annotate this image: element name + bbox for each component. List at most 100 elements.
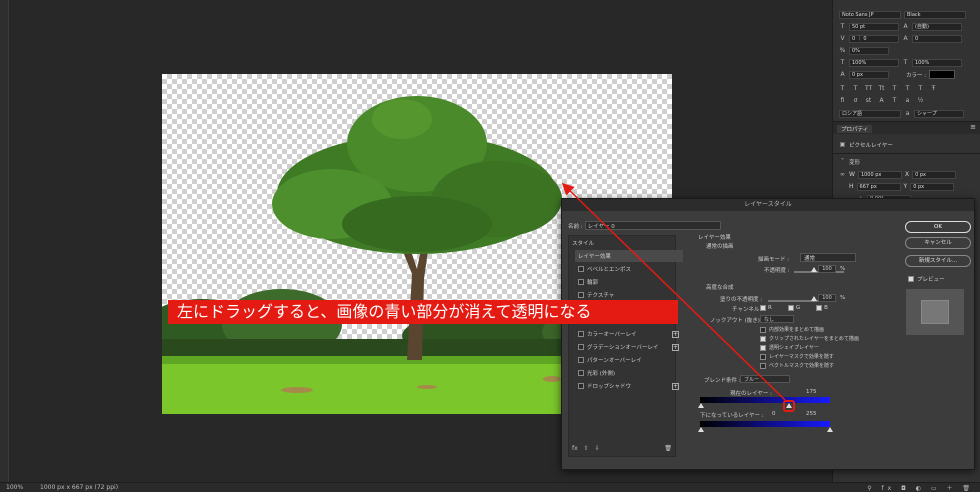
faux-bold-icon[interactable]: T — [839, 85, 846, 92]
preview-checkbox[interactable] — [908, 276, 914, 282]
this-layer-black-handle[interactable] — [698, 403, 704, 408]
style-checkbox[interactable] — [578, 331, 584, 337]
style-checkbox[interactable] — [578, 292, 584, 298]
leading-field[interactable]: (自動) — [912, 22, 962, 31]
x-field[interactable]: 0 px — [912, 170, 957, 179]
blend-mode-select[interactable]: 通常 — [800, 253, 856, 262]
zoom-level[interactable]: 100% — [6, 484, 23, 491]
tab-properties[interactable]: プロパティ — [837, 125, 873, 133]
chevron-down-icon[interactable]: ˅ — [839, 158, 846, 165]
blend-if-select[interactable]: ブルー — [740, 375, 790, 383]
style-checkbox[interactable] — [578, 266, 584, 272]
cancel-button[interactable]: キャンセル — [905, 237, 971, 249]
kerning-field[interactable]: 0 ｜ 0 — [849, 34, 899, 43]
fill-slider-handle[interactable] — [811, 296, 817, 301]
panel-menu-icon[interactable]: ≡ — [970, 123, 976, 131]
style-label: ドロップシャドウ — [587, 384, 632, 390]
preview-row[interactable]: プレビュー — [908, 275, 945, 283]
font-family-select[interactable]: Noto Sans JP — [839, 10, 901, 19]
opacity-slider-handle[interactable] — [811, 267, 817, 272]
style-item[interactable]: レイヤー効果 — [575, 250, 683, 262]
advanced-option[interactable]: ベクトルマスクで効果を隠す — [760, 362, 834, 369]
height-field[interactable]: 667 px — [856, 182, 901, 191]
tsume-field[interactable]: 0% — [849, 46, 889, 55]
advanced-option-checkbox[interactable] — [760, 326, 766, 333]
dialog-title: レイヤースタイル — [562, 199, 974, 211]
baseline-shift-field[interactable]: 0 px — [849, 70, 889, 79]
advanced-option-label: 透明シェイプレイヤー — [769, 345, 819, 351]
style-item[interactable]: 光彩 (外側) — [575, 367, 683, 379]
antialias-select[interactable]: シャープ — [914, 109, 964, 118]
channel-r[interactable]: R — [760, 305, 772, 311]
style-checkbox[interactable] — [578, 370, 584, 376]
advanced-option-checkbox[interactable] — [760, 335, 766, 342]
fx-icon[interactable]: fx — [572, 445, 578, 452]
vscale-field[interactable]: 100% — [849, 58, 899, 67]
hscale-field[interactable]: 100% — [912, 58, 962, 67]
style-footer: fx ⇧ ⇩ — [572, 445, 600, 452]
all-caps-icon[interactable]: TT — [865, 85, 872, 92]
add-effect-icon[interactable]: + — [672, 382, 679, 390]
name-input[interactable]: レイヤー 0 — [584, 221, 721, 230]
advanced-option[interactable]: レイヤーマスクで効果を隠す — [760, 353, 834, 360]
knockout-select[interactable]: なし — [760, 315, 794, 323]
font-style-select[interactable]: Black — [904, 10, 966, 19]
faux-italic-icon[interactable]: T — [852, 85, 859, 92]
style-checkbox[interactable] — [578, 279, 584, 285]
ordinal-icon[interactable]: a — [904, 97, 911, 104]
advanced-option-label: レイヤーマスクで効果を隠す — [769, 354, 834, 360]
ligature-icon[interactable]: fi — [839, 97, 846, 104]
width-field[interactable]: 1000 px — [857, 170, 902, 179]
style-item[interactable]: ベベルとエンボス — [575, 263, 683, 275]
channel-g[interactable]: G — [787, 305, 800, 311]
style-checkbox[interactable] — [578, 357, 584, 363]
stylistic-icon[interactable]: A — [878, 97, 885, 104]
style-item[interactable]: カラーオーバーレイ + — [575, 328, 683, 340]
style-item[interactable]: ドロップシャドウ + — [575, 380, 683, 392]
style-item[interactable]: グラデーションオーバーレイ + — [575, 341, 683, 353]
titling-icon[interactable]: T — [891, 97, 898, 104]
subscript-icon[interactable]: T — [904, 85, 911, 92]
under-layer-max: 255 — [806, 411, 817, 417]
leading-icon: A — [903, 23, 908, 30]
blend-if-label: ブレンド条件 : — [704, 378, 741, 384]
style-checkbox[interactable] — [578, 383, 584, 389]
tracking-field[interactable]: 0 — [912, 34, 962, 43]
under-layer-white-handle[interactable] — [827, 427, 833, 432]
strikethrough-icon[interactable]: Ŧ — [930, 85, 937, 92]
ok-button[interactable]: OK — [905, 221, 971, 233]
channel-b[interactable]: B — [816, 305, 828, 311]
add-effect-icon[interactable]: + — [672, 330, 679, 338]
text-color-swatch[interactable] — [929, 70, 956, 79]
advanced-option-checkbox[interactable] — [760, 344, 766, 351]
advanced-option[interactable]: 内部効果をまとめて描画 — [760, 326, 824, 333]
underline-icon[interactable]: T — [917, 85, 924, 92]
advanced-option-checkbox[interactable] — [760, 353, 766, 360]
link-icon[interactable]: ∞ — [839, 171, 846, 178]
discretionary-icon[interactable]: st — [865, 97, 872, 104]
language-select[interactable]: ロシア語 — [839, 109, 901, 118]
advanced-option[interactable]: 透明シェイプレイヤー — [760, 344, 819, 351]
fill-opacity-field[interactable]: 100 — [818, 294, 836, 302]
trash-icon[interactable]: 🗑 — [664, 445, 672, 452]
move-up-icon[interactable]: ⇧ — [584, 445, 589, 452]
add-effect-icon[interactable]: + — [672, 343, 679, 351]
advanced-option[interactable]: クリップされたレイヤーをまとめて描画 — [760, 335, 859, 342]
swash-icon[interactable]: ơ — [852, 97, 859, 104]
under-layer-gradient — [700, 421, 830, 427]
doc-info[interactable]: 1000 px x 667 px (72 ppi) — [40, 484, 118, 491]
font-size-field[interactable]: 50 pt — [849, 22, 899, 31]
move-down-icon[interactable]: ⇩ — [595, 445, 600, 452]
text-style-buttons: T T TT Tt T T T Ŧ — [839, 84, 937, 93]
under-layer-black-handle[interactable] — [698, 427, 704, 432]
opacity-field[interactable]: 100 — [818, 265, 836, 273]
style-item[interactable]: 輪郭 — [575, 276, 683, 288]
small-caps-icon[interactable]: Tt — [878, 85, 885, 92]
fraction-icon[interactable]: ½ — [917, 97, 924, 104]
new-style-button[interactable]: 新規スタイル... — [905, 255, 971, 267]
style-checkbox[interactable] — [578, 344, 584, 350]
superscript-icon[interactable]: T — [891, 85, 898, 92]
advanced-option-checkbox[interactable] — [760, 362, 766, 369]
y-field[interactable]: 0 px — [910, 182, 955, 191]
style-item[interactable]: パターンオーバーレイ — [575, 354, 683, 366]
